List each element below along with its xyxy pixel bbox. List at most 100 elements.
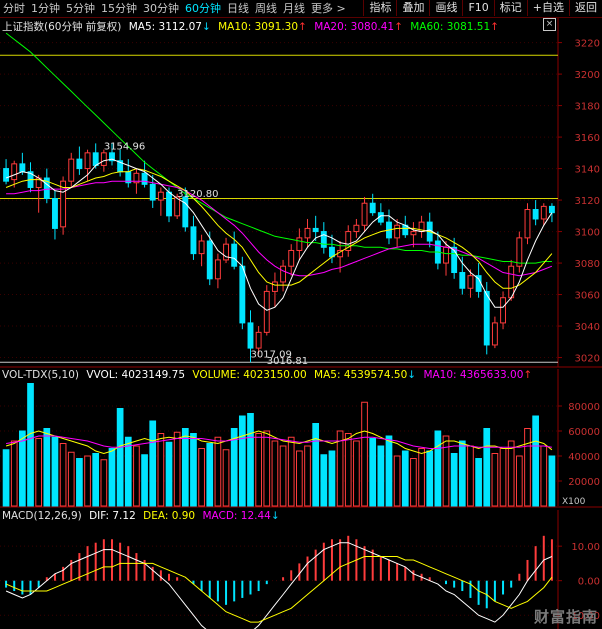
candle-body (166, 191, 172, 217)
volume-bar (27, 383, 34, 507)
candle-body (394, 224, 401, 239)
volume-bar (35, 438, 43, 507)
volume-bar (434, 430, 442, 507)
y-tick-label: 20000 (568, 477, 600, 488)
candle-body (52, 198, 58, 229)
volume-bar (19, 430, 26, 507)
candle-body (353, 224, 360, 233)
candle-body (247, 322, 254, 349)
volume-bar (76, 458, 83, 507)
volume-bar (59, 443, 67, 507)
candle-body (548, 205, 555, 214)
candle-body (532, 209, 539, 220)
candle-body (92, 152, 99, 166)
volume-bar (532, 415, 539, 507)
candle-body (182, 196, 189, 228)
volume-bar (100, 459, 108, 507)
volume-bar (336, 430, 344, 507)
candle-body (524, 209, 531, 239)
candle-body (320, 231, 327, 248)
candle-body (11, 163, 18, 181)
volume-bar (206, 443, 214, 507)
volume-bar (475, 458, 482, 507)
volume-bar (222, 449, 230, 507)
volume-bar (344, 433, 352, 507)
volume-bar (157, 433, 165, 507)
volume-bar (238, 415, 246, 507)
candle-body (296, 237, 303, 251)
volume-bar (181, 428, 189, 507)
candle-body (483, 290, 490, 346)
volume-bar (116, 408, 124, 507)
candle-body (443, 246, 449, 264)
y-tick-label: 3040 (575, 322, 600, 333)
candle-body (304, 227, 311, 239)
candle-body (369, 202, 376, 214)
candle-body (149, 183, 156, 201)
candle-body (157, 191, 164, 201)
volume-bar (67, 451, 75, 507)
volume-bar (507, 440, 515, 507)
volume-bar (51, 436, 59, 507)
volume-bar (426, 450, 434, 507)
price-annotation: 3154.96 (104, 142, 145, 153)
candle-body (84, 152, 91, 170)
candle-body (198, 240, 205, 255)
volume-bar (124, 436, 132, 507)
volume-bar (2, 449, 10, 507)
volume-bar (296, 450, 303, 507)
volume-bar (173, 431, 181, 507)
volume-bar (133, 445, 140, 507)
candle-body (516, 237, 523, 267)
candle-body (141, 172, 148, 185)
volume-bar (410, 458, 417, 507)
y-tick-label: 3180 (575, 102, 600, 113)
volume-bar (84, 455, 91, 507)
candle-body (540, 205, 547, 220)
candle-body (508, 265, 515, 299)
candle-body (288, 249, 295, 267)
volume-bar (401, 450, 409, 507)
y-tick-label: 3060 (575, 291, 600, 302)
candle-body (231, 243, 238, 267)
y-tick-label: 3080 (575, 259, 600, 270)
volume-bar (255, 433, 262, 507)
y-tick-label: 80000 (568, 402, 600, 413)
candle-body (361, 202, 368, 226)
candle-body (19, 163, 26, 173)
volume-bar (43, 428, 51, 507)
volume-bar (304, 445, 311, 507)
candle-body (263, 290, 270, 333)
candle-body (100, 152, 107, 166)
candle-body (76, 158, 83, 170)
volume-bar (108, 448, 116, 507)
candle-body (68, 158, 75, 182)
volume-bar (92, 453, 100, 507)
volume-bar (10, 440, 18, 507)
price-annotation: 3016.81 (267, 356, 308, 367)
volume-bar (467, 445, 474, 507)
volume-bar (499, 448, 507, 507)
volume-bar (369, 438, 377, 507)
candle-body (3, 168, 10, 182)
volume-bar (141, 454, 148, 507)
y-tick-label: 0.00 (578, 577, 600, 588)
price-annotation: 3120.80 (177, 189, 218, 200)
y-tick-label: 40000 (568, 452, 600, 463)
volume-bar (515, 455, 523, 507)
volume-bar (483, 428, 491, 507)
volume-bar (328, 450, 336, 507)
ma20-line (6, 180, 553, 277)
y-tick-label: 3160 (575, 133, 600, 144)
candle-body (459, 272, 466, 289)
candle-body (271, 281, 278, 292)
candle-body (239, 265, 246, 324)
volume-unit-label: X100 (562, 497, 586, 507)
volume-bar (418, 448, 425, 507)
volume-bar (320, 454, 328, 507)
ma60-line (5, 32, 552, 264)
y-tick-label: 3120 (575, 196, 600, 207)
volume-bar (263, 430, 271, 507)
volume-bar (214, 436, 222, 507)
volume-bar (190, 433, 197, 507)
